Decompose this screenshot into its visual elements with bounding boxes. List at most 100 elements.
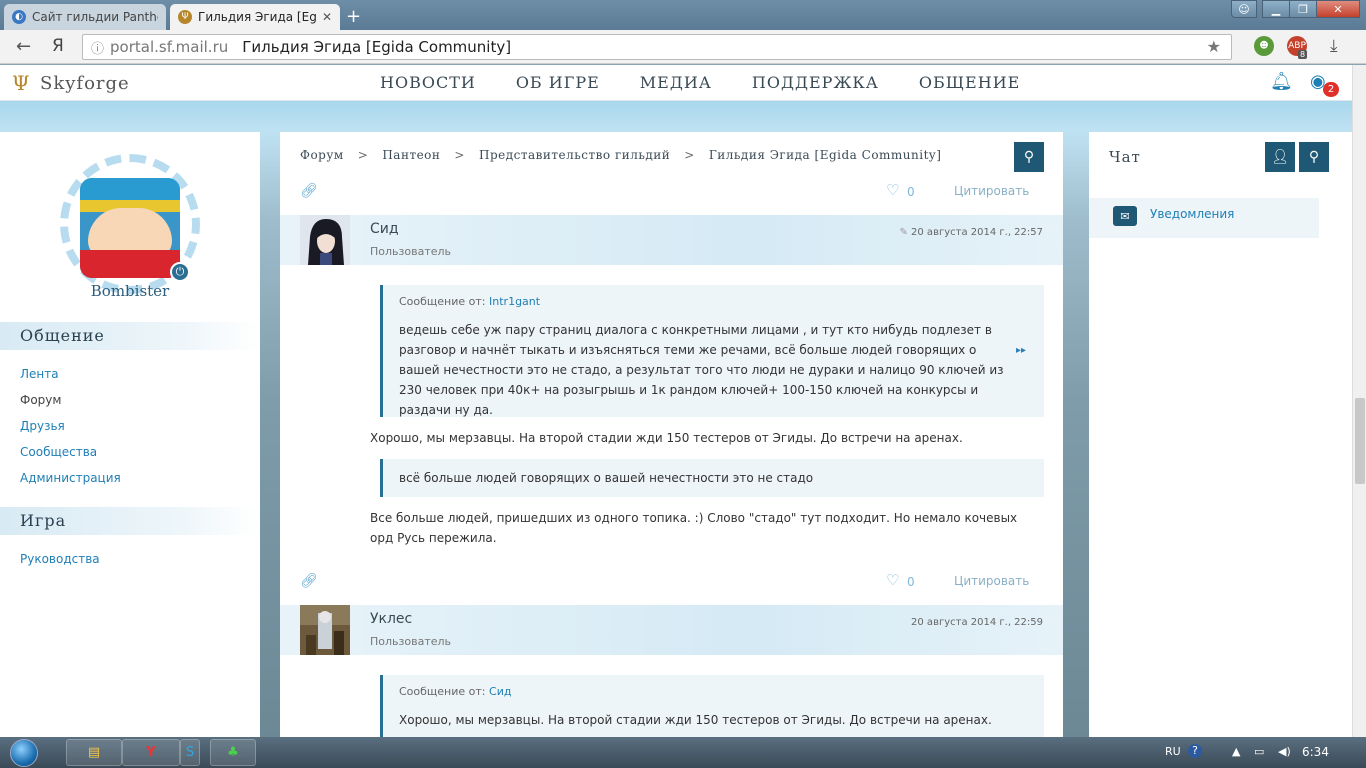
language-indicator[interactable]: RU — [1165, 745, 1181, 758]
green-app-icon: ♣ — [227, 745, 239, 760]
quote-author-link[interactable]: Intr1gant — [489, 295, 540, 308]
url-host: portal.sf.mail.ru — [110, 38, 229, 56]
new-tab-icon[interactable]: + — [346, 6, 361, 27]
chat-title: Чат — [1109, 148, 1141, 166]
post-author-role: Пользователь — [370, 245, 452, 258]
yandex-browser-icon: Y — [146, 745, 156, 760]
windows-logo-icon — [10, 738, 38, 767]
add-contact-button[interactable]: 👤︎ — [1265, 142, 1295, 172]
breadcrumb-current-thread[interactable]: Гильдия Эгида [Egida Community] — [709, 148, 942, 162]
post-actions-bar: 🔗︎ ♡ 0 Цитировать — [280, 177, 1063, 207]
user-profile-icon[interactable]: ☺ — [1231, 0, 1257, 18]
section-title-community: Общение — [0, 322, 260, 350]
sidebar-item-administration[interactable]: Администрация — [20, 471, 121, 485]
permalink-icon[interactable]: 🔗︎ — [300, 183, 318, 199]
minimize-icon[interactable]: ▁ — [1262, 0, 1290, 18]
post-header: Сид Пользователь ✎ 20 августа 2014 г., 2… — [280, 215, 1063, 265]
breadcrumb: Форум > Пантеон > Представительство гиль… — [300, 148, 941, 162]
logo-text: Skyforge — [40, 72, 130, 94]
power-icon[interactable]: ⏻ — [170, 262, 190, 282]
post-author-avatar[interactable] — [300, 215, 350, 265]
bell-icon[interactable]: 🔔︎ — [1270, 71, 1293, 92]
url-page-title: Гильдия Эгида [Egida Community] — [242, 38, 512, 56]
window-controls: ☺ ▁ ❐ ✕ — [1231, 0, 1360, 18]
post-author-name[interactable]: Сид — [370, 221, 399, 237]
back-arrow-icon[interactable]: ← — [16, 36, 31, 57]
tab-label: Гильдия Эгида [Egida — [198, 10, 318, 24]
quote-text: всё больше людей говорящих о вашей нечес… — [399, 471, 814, 485]
left-sidebar: ⏻ Bombister Общение Лента Форум Друзья С… — [0, 132, 260, 737]
skyforge-emblem-icon: Ψ — [12, 71, 31, 95]
heart-icon[interactable]: ♡ — [886, 571, 899, 589]
sidebar-item-guides[interactable]: Руководства — [20, 552, 100, 566]
page-scrollbar[interactable] — [1352, 65, 1366, 737]
quote-author-link[interactable]: Сид — [489, 685, 511, 698]
folder-icon: ▤ — [87, 745, 101, 760]
quote-header: Сообщение от: Intr1gant — [399, 295, 541, 308]
heart-icon[interactable]: ♡ — [886, 181, 899, 199]
nav-about-game[interactable]: ОБ ИГРЕ — [516, 73, 600, 92]
sidebar-item-friends[interactable]: Друзья — [20, 419, 65, 433]
username[interactable]: Bombister — [0, 282, 260, 300]
main-navigation: НОВОСТИ ОБ ИГРЕ МЕДИА ПОДДЕРЖКА ОБЩЕНИЕ — [360, 73, 1040, 92]
envelope-icon: ✉ — [1113, 206, 1137, 226]
taskbar-app[interactable]: ♣ — [210, 739, 256, 766]
sidebar-item-feed[interactable]: Лента — [20, 367, 59, 381]
search-icon: ⚲ — [1023, 149, 1035, 165]
help-icon[interactable]: ? — [1188, 744, 1202, 758]
post-author-avatar[interactable] — [300, 605, 350, 655]
breadcrumb-separator: > — [684, 148, 695, 162]
taskbar-explorer[interactable]: ▤ — [66, 739, 122, 766]
yandex-button[interactable]: Я — [52, 36, 64, 56]
breadcrumb-pantheon[interactable]: Пантеон — [382, 148, 440, 162]
browser-tab-pantheon[interactable]: ◐ Сайт гильдии Panthec — [4, 4, 166, 30]
taskbar-yandex-browser[interactable]: Y — [122, 739, 180, 766]
close-tab-icon[interactable]: ✕ — [322, 10, 332, 24]
breadcrumb-separator: > — [357, 148, 369, 162]
nav-news[interactable]: НОВОСТИ — [380, 73, 476, 92]
nav-media[interactable]: МЕДИА — [640, 73, 712, 92]
avatar[interactable] — [80, 178, 180, 278]
maximize-icon[interactable]: ❐ — [1289, 0, 1317, 18]
chat-sidebar: Чат 👤︎ ⚲ ✉ Уведомления — [1089, 132, 1352, 737]
permalink-icon[interactable]: 🔗︎ — [300, 573, 318, 589]
tray-expand-icon[interactable]: ▲ — [1232, 745, 1240, 758]
volume-icon[interactable]: ◀) — [1278, 745, 1291, 758]
quote-button[interactable]: Цитировать — [954, 184, 1029, 198]
quote-block: Сообщение от: Сид Хорошо, мы мерзавцы. Н… — [380, 675, 1044, 737]
chat-notifications-item[interactable]: ✉ Уведомления — [1089, 198, 1319, 238]
breadcrumb-forum[interactable]: Форум — [300, 148, 344, 162]
page-info-icon[interactable]: ⓘ — [91, 38, 104, 57]
downloads-icon[interactable]: ⤓ — [1330, 36, 1338, 56]
extension-shield-icon[interactable]: ☻ — [1254, 36, 1274, 56]
skyforge-favicon-icon: Ψ — [178, 10, 192, 24]
start-button[interactable] — [4, 737, 44, 768]
skype-icon: S — [185, 745, 195, 760]
notification-count-badge: 2 — [1323, 82, 1339, 97]
browser-tab-egida[interactable]: Ψ Гильдия Эгида [Egida ✕ — [170, 4, 340, 30]
bookmark-star-icon[interactable]: ★ — [1207, 37, 1221, 56]
nav-support[interactable]: ПОДДЕРЖКА — [752, 73, 879, 92]
skyforge-logo[interactable]: Ψ Skyforge — [12, 71, 130, 95]
extension-badge: 8 — [1298, 50, 1308, 59]
quote-block: Сообщение от: Intr1gant ведешь себе уж п… — [380, 285, 1044, 417]
address-bar[interactable]: ⓘ portal.sf.mail.ru Гильдия Эгида [Egida… — [82, 34, 1232, 60]
sidebar-item-forum[interactable]: Форум — [20, 393, 61, 407]
close-window-icon[interactable]: ✕ — [1316, 0, 1360, 18]
quote-block: всё больше людей говорящих о вашей нечес… — [380, 459, 1044, 497]
search-icon: ⚲ — [1308, 149, 1320, 165]
taskbar-skype[interactable]: S — [180, 739, 200, 766]
quote-button[interactable]: Цитировать — [954, 574, 1029, 588]
scrollbar-thumb[interactable] — [1355, 398, 1365, 484]
post-author-name[interactable]: Уклес — [370, 611, 412, 627]
nav-community[interactable]: ОБЩЕНИЕ — [919, 73, 1020, 92]
sidebar-item-communities[interactable]: Сообщества — [20, 445, 97, 459]
network-icon[interactable]: ▭ — [1254, 745, 1264, 758]
site-favicon-icon: ◐ — [12, 10, 26, 24]
breadcrumb-guild-representation[interactable]: Представительство гильдий — [479, 148, 670, 162]
expand-quote-icon[interactable]: ▸▸ — [1016, 345, 1026, 356]
clock[interactable]: 6:34 — [1302, 745, 1329, 759]
chat-search-button[interactable]: ⚲ — [1299, 142, 1329, 172]
post-actions-bar: 🔗︎ ♡ 0 Цитировать — [280, 567, 1063, 597]
forum-search-button[interactable]: ⚲ — [1014, 142, 1044, 172]
